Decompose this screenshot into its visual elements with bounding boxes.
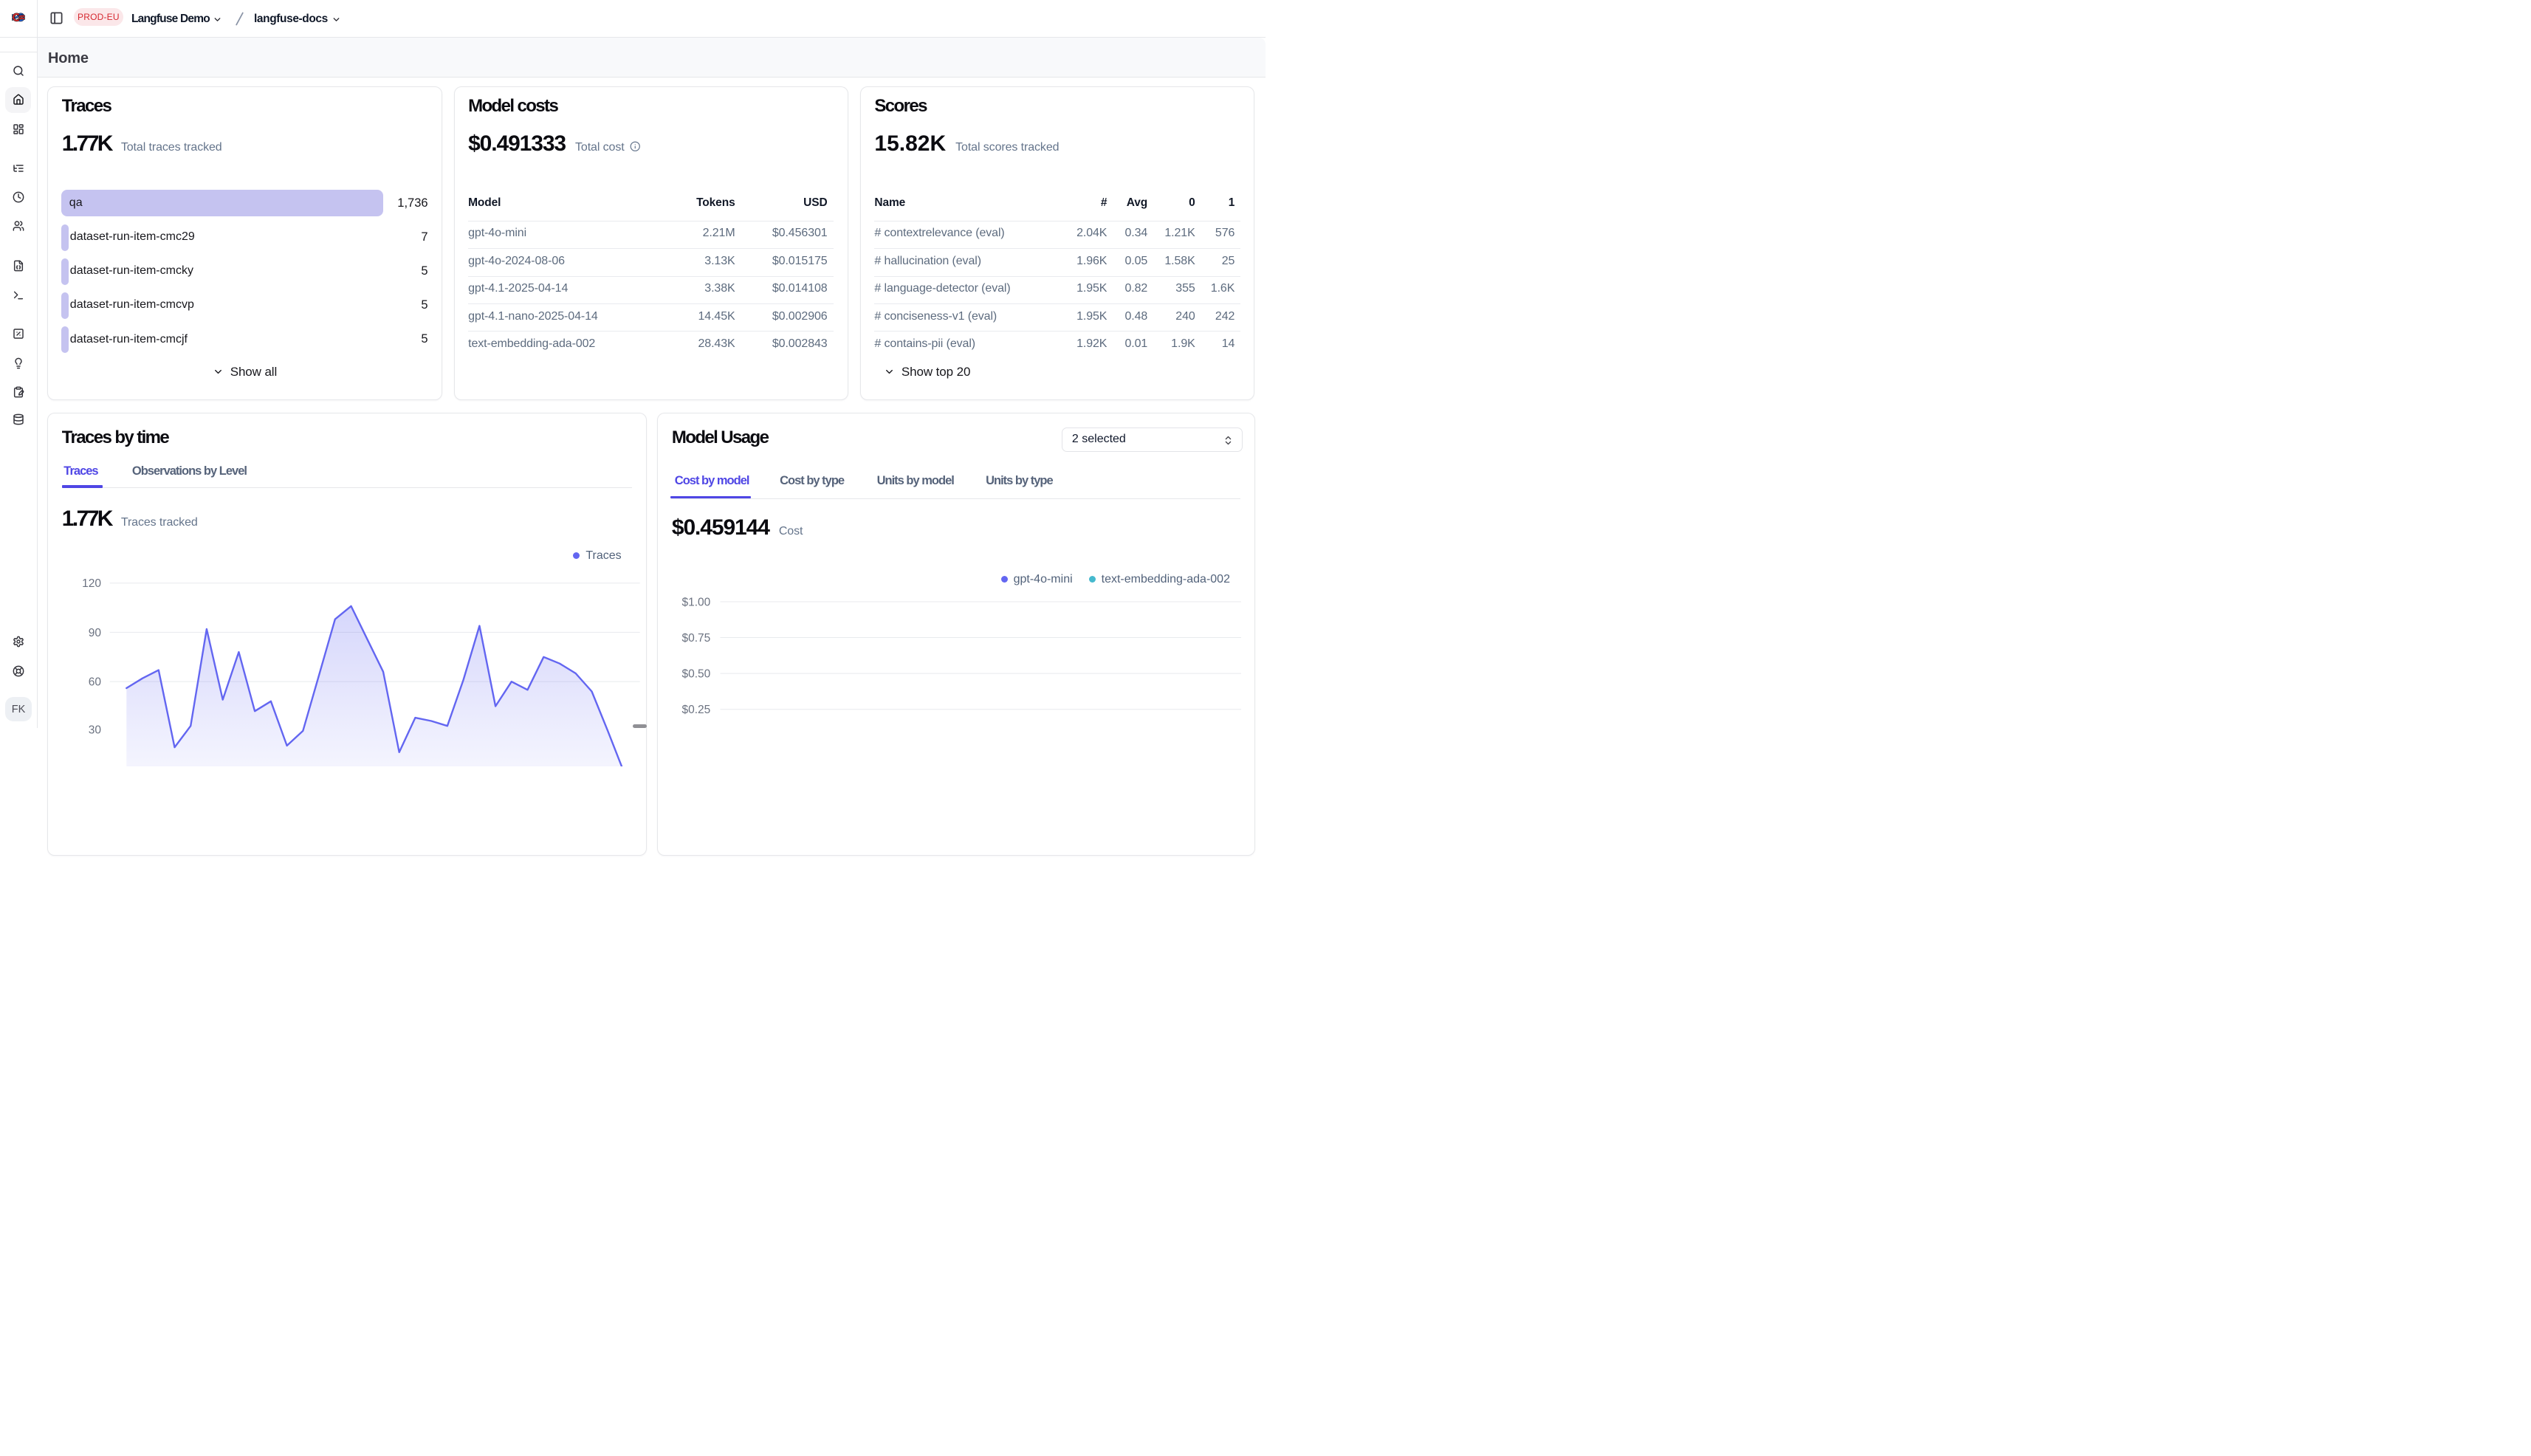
svg-text:$1.00: $1.00 [681,596,710,608]
svg-text:90: 90 [89,626,102,639]
svg-text:120: 120 [82,577,101,590]
svg-text:$0.50: $0.50 [681,667,710,680]
svg-text:60: 60 [89,676,102,688]
svg-text:30: 30 [89,724,102,736]
svg-text:$0.75: $0.75 [681,632,710,645]
svg-text:$0.25: $0.25 [681,704,710,716]
